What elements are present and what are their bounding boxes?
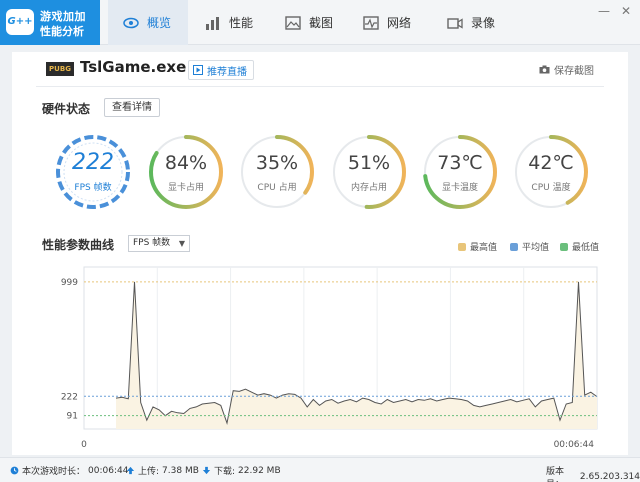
y-tick-label: 91 (67, 412, 78, 422)
upload-label: 上传: (138, 467, 160, 477)
download-label: 下载: (214, 467, 236, 477)
performance-title: 性能参数曲线 (42, 238, 115, 252)
gauge-value: 42℃ (528, 152, 574, 174)
legend-label: 平均值 (522, 243, 550, 253)
gpu-usage-gauge: 84% 显卡占用 (146, 132, 226, 212)
legend-min: 最低值 (560, 240, 599, 253)
legend-swatch (510, 242, 518, 251)
arrow-up-icon (126, 466, 135, 475)
download-value: 22.92 MB (238, 465, 281, 476)
push-live-label: 推荐直播 (207, 66, 247, 78)
divider (36, 86, 604, 87)
series-area (116, 281, 597, 429)
legend-swatch (560, 242, 568, 251)
arrow-down-icon (202, 466, 211, 475)
cpu-temp-gauge: 42℃ CPU 温度 (511, 132, 591, 212)
metric-select[interactable]: FPS 帧数 ▼ (128, 235, 190, 252)
version-info: 版本号： 2.65.203.314 (546, 464, 640, 482)
gauge-label: CPU 温度 (531, 183, 571, 193)
fps-label: FPS 帧数 (74, 183, 112, 193)
hardware-title: 硬件状态 (42, 102, 91, 116)
version-label: 版本号： (546, 467, 565, 482)
game-title: TslGame.exe (80, 58, 187, 76)
x-end-label: 00:06:44 (554, 440, 595, 450)
tab-label: 网络 (387, 16, 412, 30)
close-button[interactable]: ✕ (618, 4, 634, 18)
duration-label: 本次游戏时长： (22, 467, 86, 477)
y-tick-label: 222 (61, 392, 78, 402)
overview-panel: PUBG TslGame.exe 推荐直播 保存截图 硬件状态 查看详情 222… (12, 52, 628, 455)
image-icon (285, 15, 301, 30)
bar-chart-icon (206, 16, 219, 30)
x-start-label: 0 (81, 440, 87, 450)
version-value: 2.65.203.314 (579, 472, 640, 482)
video-icon (447, 17, 463, 29)
clock-icon (10, 466, 19, 475)
fps-line-chart: 999 222 91 0 00:06:44 (61, 266, 598, 450)
download-stat: 下载: 22.92 MB (202, 464, 281, 477)
cpu-usage-gauge: 35% CPU 占用 (237, 132, 317, 212)
pulse-icon (363, 15, 379, 30)
tab-label: 截图 (309, 16, 334, 30)
camera-icon (539, 65, 550, 74)
metric-select-value: FPS 帧数 (133, 238, 171, 248)
gauge-value: 73℃ (437, 152, 483, 174)
fps-value: 222 (72, 150, 114, 175)
game-icon: PUBG (46, 62, 74, 76)
tab-label: 概览 (147, 16, 172, 30)
y-tick-label: 999 (61, 278, 78, 288)
tab-overview[interactable]: 概览 (108, 0, 188, 45)
gauge-value: 84% (164, 152, 208, 174)
legend-label: 最高值 (470, 243, 498, 253)
legend-max: 最高值 (458, 240, 497, 253)
play-icon (193, 65, 203, 75)
top-nav: G++ 游戏加加 性能分析 概览 性能 截图 网络 录像 — ✕ (0, 0, 640, 45)
upload-stat: 上传: 7.38 MB (126, 464, 199, 477)
game-duration: 本次游戏时长： 00:06:44 (10, 464, 128, 477)
push-live-button[interactable]: 推荐直播 (188, 60, 254, 80)
tab-performance[interactable]: 性能 (190, 0, 267, 45)
tab-label: 性能 (229, 16, 254, 30)
view-details-button[interactable]: 查看详情 (104, 98, 160, 117)
gauge-label: 内存占用 (350, 183, 387, 193)
gauge-label: CPU 占用 (257, 183, 297, 193)
logo-line-1: 游戏加加 (40, 10, 86, 23)
save-screenshot-button[interactable]: 保存截图 (539, 62, 594, 77)
eye-icon (123, 17, 139, 28)
logo-line-2: 性能分析 (40, 25, 84, 38)
save-screenshot-label: 保存截图 (554, 66, 594, 77)
tab-label: 录像 (471, 16, 496, 30)
gauge-label: 显卡温度 (441, 183, 478, 193)
legend-swatch (458, 242, 466, 251)
minimize-button[interactable]: — (596, 4, 612, 18)
logo-badge: G++ (6, 9, 34, 35)
memory-usage-gauge: 51% 内存占用 (329, 132, 409, 212)
gpu-temp-gauge: 73℃ 显卡温度 (420, 132, 500, 212)
gauge-value: 51% (347, 152, 391, 174)
legend-label: 最低值 (572, 243, 600, 253)
tab-screenshot[interactable]: 截图 (270, 0, 347, 45)
tab-network[interactable]: 网络 (348, 0, 425, 45)
gauge-label: 显卡占用 (167, 183, 204, 193)
status-bar: 本次游戏时长： 00:06:44 上传: 7.38 MB 下载: 22.92 M… (0, 457, 640, 482)
gauge-value: 35% (255, 152, 299, 174)
upload-value: 7.38 MB (162, 465, 199, 476)
legend-avg: 平均值 (510, 240, 549, 253)
duration-value: 00:06:44 (88, 465, 129, 476)
app-logo: G++ 游戏加加 性能分析 (0, 0, 100, 45)
fps-gauge: 222 FPS 帧数 (53, 132, 133, 212)
chevron-down-icon: ▼ (178, 239, 185, 248)
tab-record[interactable]: 录像 (432, 0, 509, 45)
